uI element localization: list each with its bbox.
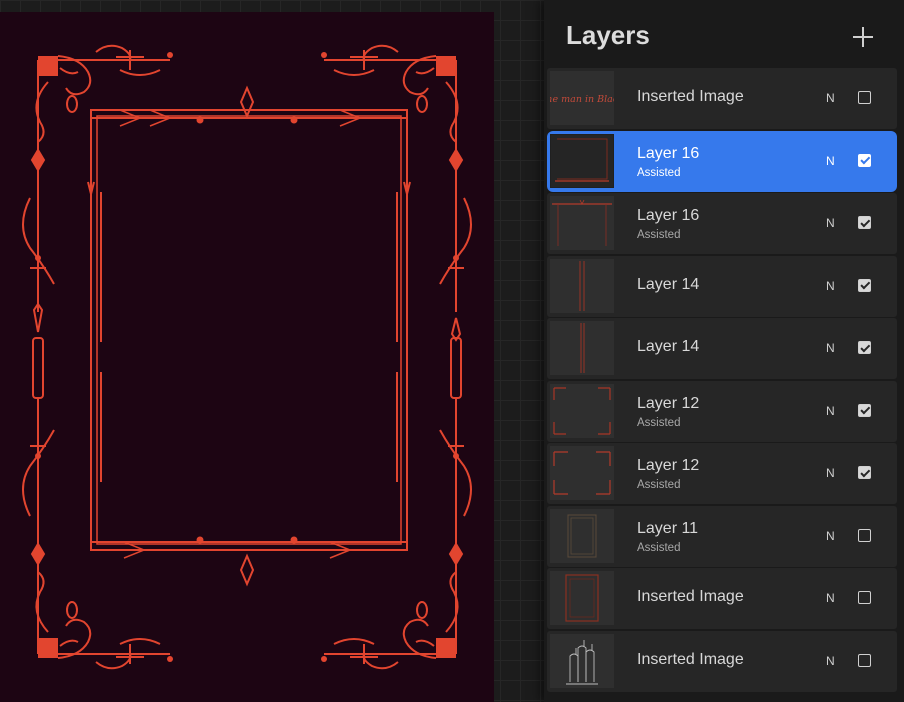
layer-row[interactable]: Layer 12 Assisted N: [547, 380, 897, 442]
layer-name: Layer 16: [637, 144, 700, 162]
layer-subtitle: Assisted: [637, 229, 681, 241]
layer-thumbnail: The man in Black: [550, 71, 614, 125]
layer-name: Inserted Image: [637, 650, 744, 668]
blend-mode-button[interactable]: N: [826, 466, 835, 480]
layer-thumbnail: [550, 196, 614, 250]
layer-row[interactable]: Inserted Image N: [547, 568, 897, 629]
visibility-checkbox[interactable]: [858, 653, 871, 667]
blend-mode-button[interactable]: N: [826, 654, 835, 668]
blend-mode-button[interactable]: N: [826, 154, 835, 168]
visibility-checkbox[interactable]: [858, 591, 871, 604]
layer-row[interactable]: Inserted Image N: [547, 630, 897, 692]
blend-mode-button[interactable]: N: [826, 529, 835, 543]
layer-list: The man in Black Inserted Image N Layer …: [547, 68, 897, 693]
blend-mode-button[interactable]: N: [826, 91, 835, 105]
blend-mode-button[interactable]: N: [826, 216, 835, 230]
layer-thumbnail: [550, 571, 614, 625]
layer-row[interactable]: Layer 16 Assisted N: [547, 193, 897, 254]
layer-thumbnail: [550, 446, 614, 500]
visibility-checkbox[interactable]: [858, 341, 871, 354]
layer-thumbnail: [550, 633, 614, 688]
blend-mode-button[interactable]: N: [826, 279, 835, 293]
layer-subtitle: Assisted: [637, 541, 681, 554]
layer-thumbnail: [550, 508, 614, 563]
layers-panel: Layers The man in Black Inserted Image N…: [544, 0, 904, 702]
layer-row[interactable]: Layer 12 Assisted N: [547, 443, 897, 504]
layer-name: Layer 14: [637, 338, 700, 355]
svg-text:The man in Black: The man in Black: [550, 94, 614, 105]
layer-subtitle: Assisted: [637, 479, 681, 491]
layer-thumbnail: [550, 133, 614, 188]
visibility-checkbox[interactable]: [858, 466, 871, 479]
layer-name: Layer 16: [637, 207, 700, 224]
visibility-checkbox[interactable]: [858, 216, 871, 229]
blend-mode-button[interactable]: N: [826, 404, 835, 418]
layer-row[interactable]: The man in Black Inserted Image N: [547, 68, 897, 129]
layer-name: Layer 11: [637, 519, 699, 537]
ornamental-frame-artwork: [22, 44, 472, 670]
layer-row[interactable]: Layer 14 N: [547, 318, 897, 379]
layers-title: Layers: [566, 20, 650, 50]
visibility-checkbox[interactable]: [858, 153, 871, 167]
layer-thumbnail: [550, 321, 614, 375]
drawing-canvas[interactable]: [0, 12, 494, 702]
blend-mode-button[interactable]: N: [826, 591, 835, 605]
add-layer-plus-icon[interactable]: [850, 24, 876, 50]
visibility-checkbox[interactable]: [858, 91, 871, 104]
visibility-checkbox[interactable]: [858, 528, 871, 542]
layer-row[interactable]: Layer 11 Assisted N: [547, 505, 897, 567]
layer-row-selected[interactable]: Layer 16 Assisted N: [547, 130, 897, 192]
layer-name: Inserted Image: [637, 588, 744, 605]
layer-name: Layer 12: [637, 394, 700, 412]
layer-thumbnail: [550, 258, 614, 313]
layer-name: Inserted Image: [637, 88, 744, 105]
visibility-checkbox[interactable]: [858, 403, 871, 417]
layer-row[interactable]: Layer 14 N: [547, 255, 897, 317]
layer-subtitle: Assisted: [637, 416, 681, 429]
layer-subtitle: Assisted: [637, 166, 681, 179]
layer-name: Layer 12: [637, 457, 700, 474]
layer-thumbnail: [550, 383, 614, 438]
layer-name: Layer 14: [637, 275, 700, 293]
visibility-checkbox[interactable]: [858, 278, 871, 292]
blend-mode-button[interactable]: N: [826, 341, 835, 355]
